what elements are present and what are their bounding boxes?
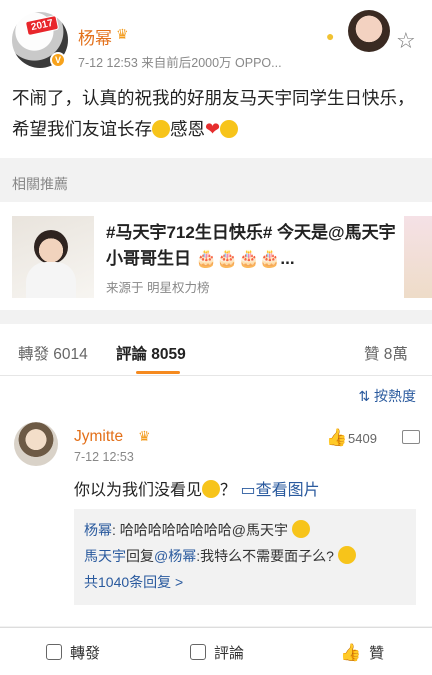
- crown-icon: ♛: [116, 26, 129, 42]
- sort-icon: ⇅: [358, 388, 371, 404]
- reply-item: 馬天宇回复@杨幂:我特么不需要面子么?: [84, 543, 406, 569]
- comment-like-count: 5409: [348, 431, 377, 446]
- smile-emoji: [291, 520, 310, 538]
- smile-emoji: [337, 546, 356, 564]
- smile-emoji: [152, 120, 170, 138]
- post-text: 不闹了，认真的祝我的好朋友马天宇同学生日快乐，希望我们友谊长存 感恩❤: [12, 88, 415, 139]
- shy-emoji: [220, 120, 239, 138]
- comment-time: 7-12 12:53: [74, 450, 134, 464]
- repost-button[interactable]: 轉發: [46, 642, 100, 663]
- thumb-up-icon[interactable]: 👍: [326, 428, 347, 448]
- bottom-action-bar: 轉發 評論 👍 贊: [0, 627, 432, 675]
- tab-comments[interactable]: 評論 8059: [116, 342, 186, 364]
- smile-emoji: [202, 480, 221, 498]
- favorite-star-icon[interactable]: ☆: [396, 28, 416, 54]
- tab-repost[interactable]: 轉發 6014: [18, 342, 88, 364]
- crown-icon: ♛: [138, 428, 151, 444]
- reply-thread[interactable]: 杨幂: 哈哈哈哈哈哈哈哈@馬天宇 馬天宇回复@杨幂:我特么不需要面子么? 共10…: [74, 509, 416, 605]
- post-meta: 7-12 12:53 来自前后2000万 OPPO...: [78, 56, 282, 70]
- engagement-tabs: 轉發 6014 評論 8059 贊 8萬: [0, 324, 432, 376]
- comment-list: ⇅ 按熱度 Jymitte ♛ 7-12 12:53 👍 5409 你以为我们没…: [0, 376, 432, 626]
- like-button[interactable]: 👍 贊: [340, 642, 384, 663]
- weibo-post: 2017 V 杨幂 ♛ 7-12 12:53 来自前后2000万 OPPO...…: [0, 0, 432, 158]
- heart-emoji: ❤: [205, 119, 221, 139]
- more-replies-link[interactable]: 共1040条回复 >: [84, 569, 406, 595]
- verified-icon: V: [50, 52, 66, 68]
- active-tab-indicator: [136, 371, 180, 374]
- author-name[interactable]: 杨幂: [78, 24, 112, 49]
- related-thumbnail: [12, 216, 94, 298]
- comment-text: 你以为我们没看见？ ▭查看图片: [74, 480, 320, 499]
- repost-icon: [46, 644, 62, 660]
- bee-icon: ●: [326, 28, 335, 44]
- reply-item: 杨幂: 哈哈哈哈哈哈哈哈@馬天宇: [84, 517, 406, 543]
- related-title: #马天宇712生日快乐# 今天是@馬天宇 小哥哥生日 🎂🎂🎂🎂...: [106, 223, 396, 268]
- commenter-avatar[interactable]: [14, 422, 58, 466]
- related-card[interactable]: #马天宇712生日快乐# 今天是@馬天宇 小哥哥生日 🎂🎂🎂🎂... 来源于 明…: [0, 202, 432, 310]
- comment-button[interactable]: 評論: [190, 642, 244, 663]
- sort-button[interactable]: ⇅ 按熱度: [358, 386, 416, 406]
- related-heading: 相關推薦: [12, 176, 68, 192]
- view-image-link[interactable]: ▭查看图片: [240, 482, 319, 499]
- reply-icon[interactable]: [402, 430, 420, 444]
- related-source: 来源于 明星权力榜: [106, 281, 210, 295]
- related-side-image: [404, 216, 432, 298]
- comment-icon: [190, 644, 206, 660]
- card-decoration: ●: [326, 10, 390, 52]
- decoration-portrait: [348, 10, 390, 52]
- commenter-name[interactable]: Jymitte: [74, 428, 123, 446]
- cake-emoji: 🎂🎂🎂🎂: [195, 249, 281, 268]
- tab-likes[interactable]: 贊 8萬: [364, 342, 408, 364]
- thumb-up-icon: 👍: [340, 643, 362, 662]
